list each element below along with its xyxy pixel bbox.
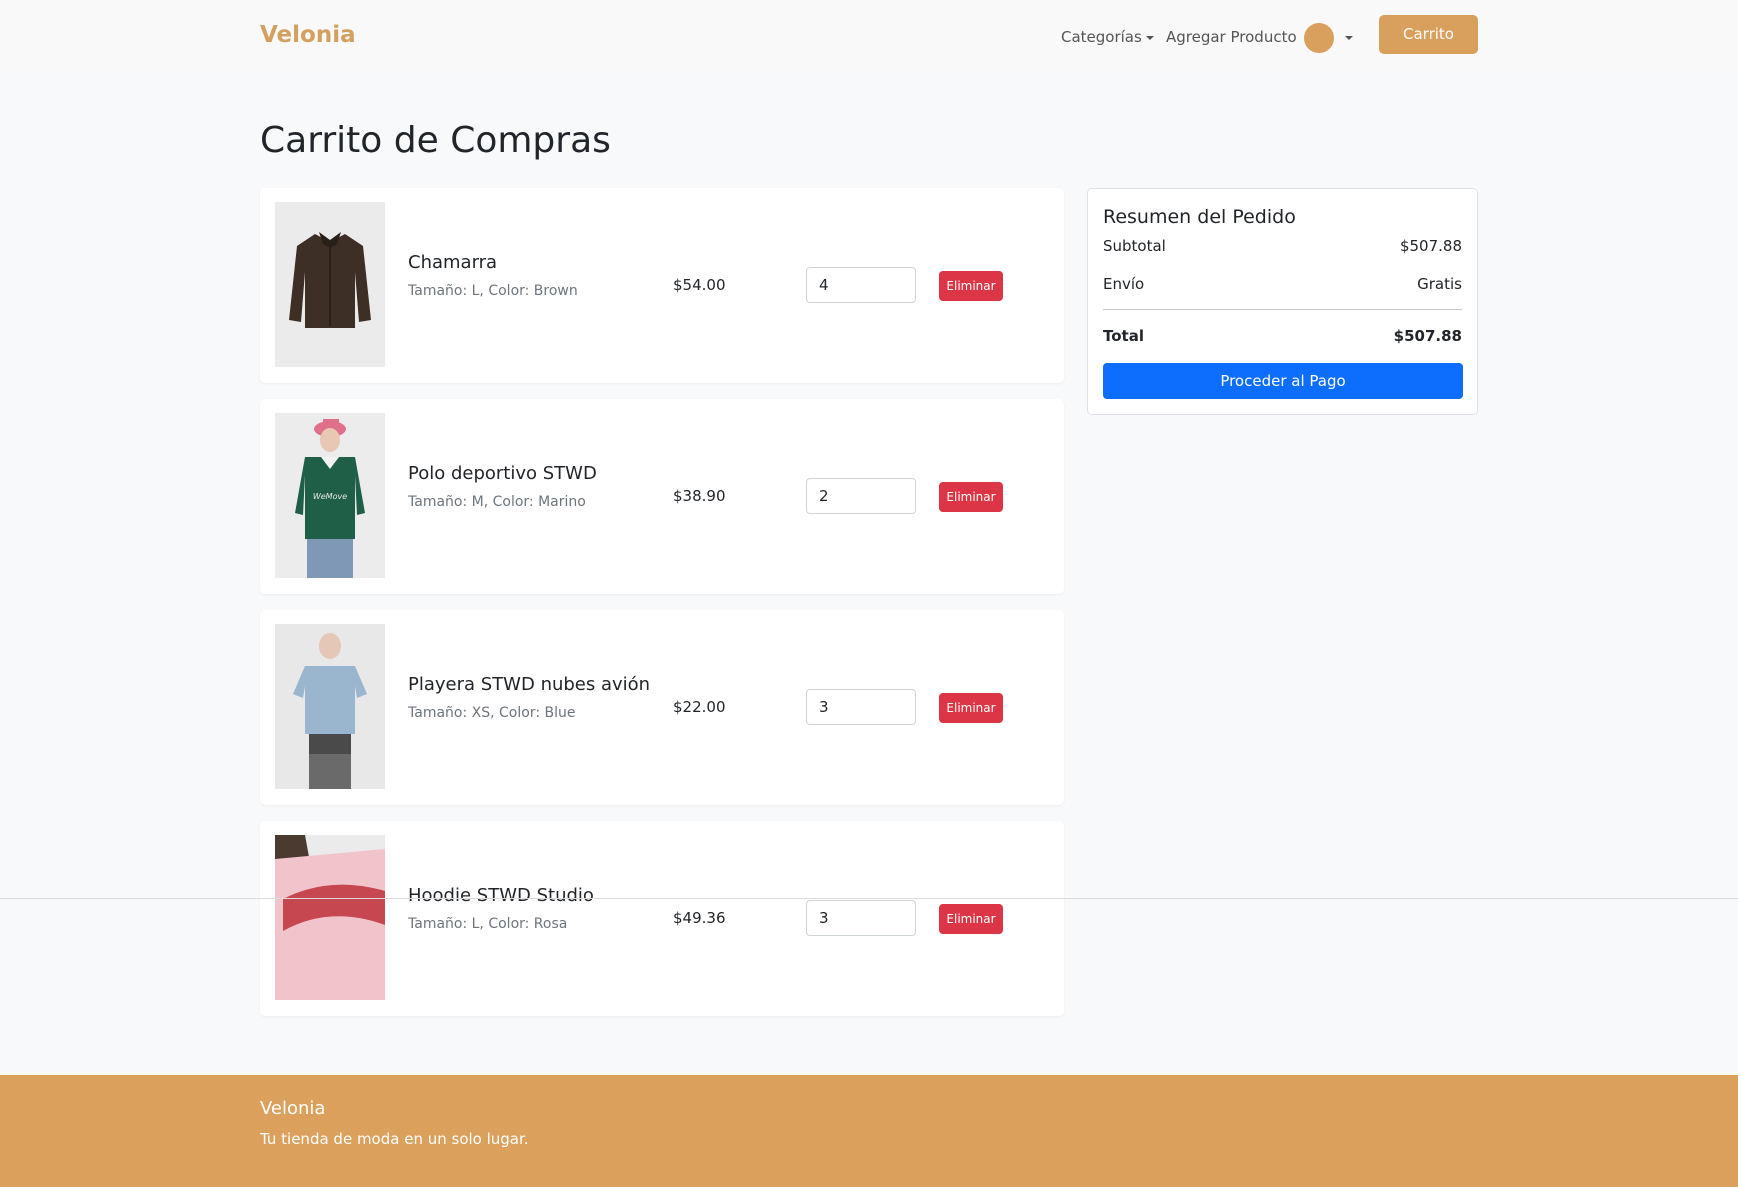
item-meta: Tamaño: M, Color: Marino	[408, 494, 586, 510]
cart-item: Playera STWD nubes avión Tamaño: XS, Col…	[260, 610, 1064, 805]
product-image	[275, 202, 385, 367]
hoodie-image-icon	[275, 835, 385, 1000]
nav-categories-label: Categorías	[1061, 28, 1142, 46]
summary-divider	[1103, 309, 1462, 310]
user-avatar[interactable]	[1304, 23, 1334, 53]
item-price: $49.36	[673, 909, 726, 927]
subtotal-value: $507.88	[1399, 237, 1462, 255]
item-meta: Tamaño: XS, Color: Blue	[408, 705, 576, 721]
svg-text:WeMove: WeMove	[313, 492, 347, 501]
remove-button[interactable]: Eliminar	[939, 904, 1003, 934]
chevron-down-icon	[1145, 35, 1154, 40]
navbar: Velonia Categorías Agregar Producto Carr…	[0, 0, 1738, 75]
item-meta: Tamaño: L, Color: Brown	[408, 283, 578, 299]
summary-title: Resumen del Pedido	[1103, 206, 1296, 228]
footer: Velonia Tu tienda de moda en un solo lug…	[0, 1075, 1738, 1187]
user-menu-chevron-down-icon[interactable]	[1345, 36, 1353, 40]
divider-line	[0, 898, 1738, 899]
order-summary: Resumen del Pedido Subtotal $507.88 Enví…	[1087, 188, 1478, 415]
shipping-value: Gratis	[1417, 275, 1462, 293]
product-image	[275, 624, 385, 789]
cart-item: WeMove Polo deportivo STWD Tamaño: M, Co…	[260, 399, 1064, 594]
cart-item: Hoodie STWD Studio Tamaño: L, Color: Ros…	[260, 821, 1064, 1016]
brand-logo[interactable]: Velonia	[260, 22, 356, 48]
footer-tagline: Tu tienda de moda en un solo lugar.	[260, 1130, 529, 1148]
item-name: Playera STWD nubes avión	[408, 674, 651, 695]
polo-image-icon: WeMove	[275, 413, 385, 578]
quantity-input[interactable]	[806, 267, 916, 303]
item-price: $54.00	[673, 276, 726, 294]
remove-button[interactable]: Eliminar	[939, 693, 1003, 723]
tshirt-image-icon	[275, 624, 385, 789]
footer-brand: Velonia	[260, 1098, 326, 1119]
page-title: Carrito de Compras	[260, 120, 611, 161]
item-price: $38.90	[673, 487, 726, 505]
item-price: $22.00	[673, 698, 726, 716]
item-meta: Tamaño: L, Color: Rosa	[408, 916, 568, 932]
cart-button[interactable]: Carrito	[1379, 15, 1478, 54]
quantity-input[interactable]	[806, 689, 916, 725]
item-name: Polo deportivo STWD	[408, 463, 597, 484]
jacket-image-icon	[275, 202, 385, 367]
shipping-label: Envío	[1103, 275, 1145, 293]
nav-categories-dropdown[interactable]: Categorías	[1061, 28, 1154, 46]
remove-button[interactable]: Eliminar	[939, 271, 1003, 301]
total-label: Total	[1103, 327, 1144, 345]
product-image	[275, 835, 385, 1000]
subtotal-label: Subtotal	[1103, 237, 1166, 255]
item-name: Hoodie STWD Studio	[408, 885, 594, 906]
remove-button[interactable]: Eliminar	[939, 482, 1003, 512]
cart-item: Chamarra Tamaño: L, Color: Brown $54.00 …	[260, 188, 1064, 383]
nav-add-product[interactable]: Agregar Producto	[1166, 28, 1297, 46]
item-name: Chamarra	[408, 252, 498, 273]
checkout-button[interactable]: Proceder al Pago	[1103, 363, 1463, 399]
quantity-input[interactable]	[806, 900, 916, 936]
total-value: $507.88	[1393, 327, 1462, 345]
quantity-input[interactable]	[806, 478, 916, 514]
product-image: WeMove	[275, 413, 385, 578]
